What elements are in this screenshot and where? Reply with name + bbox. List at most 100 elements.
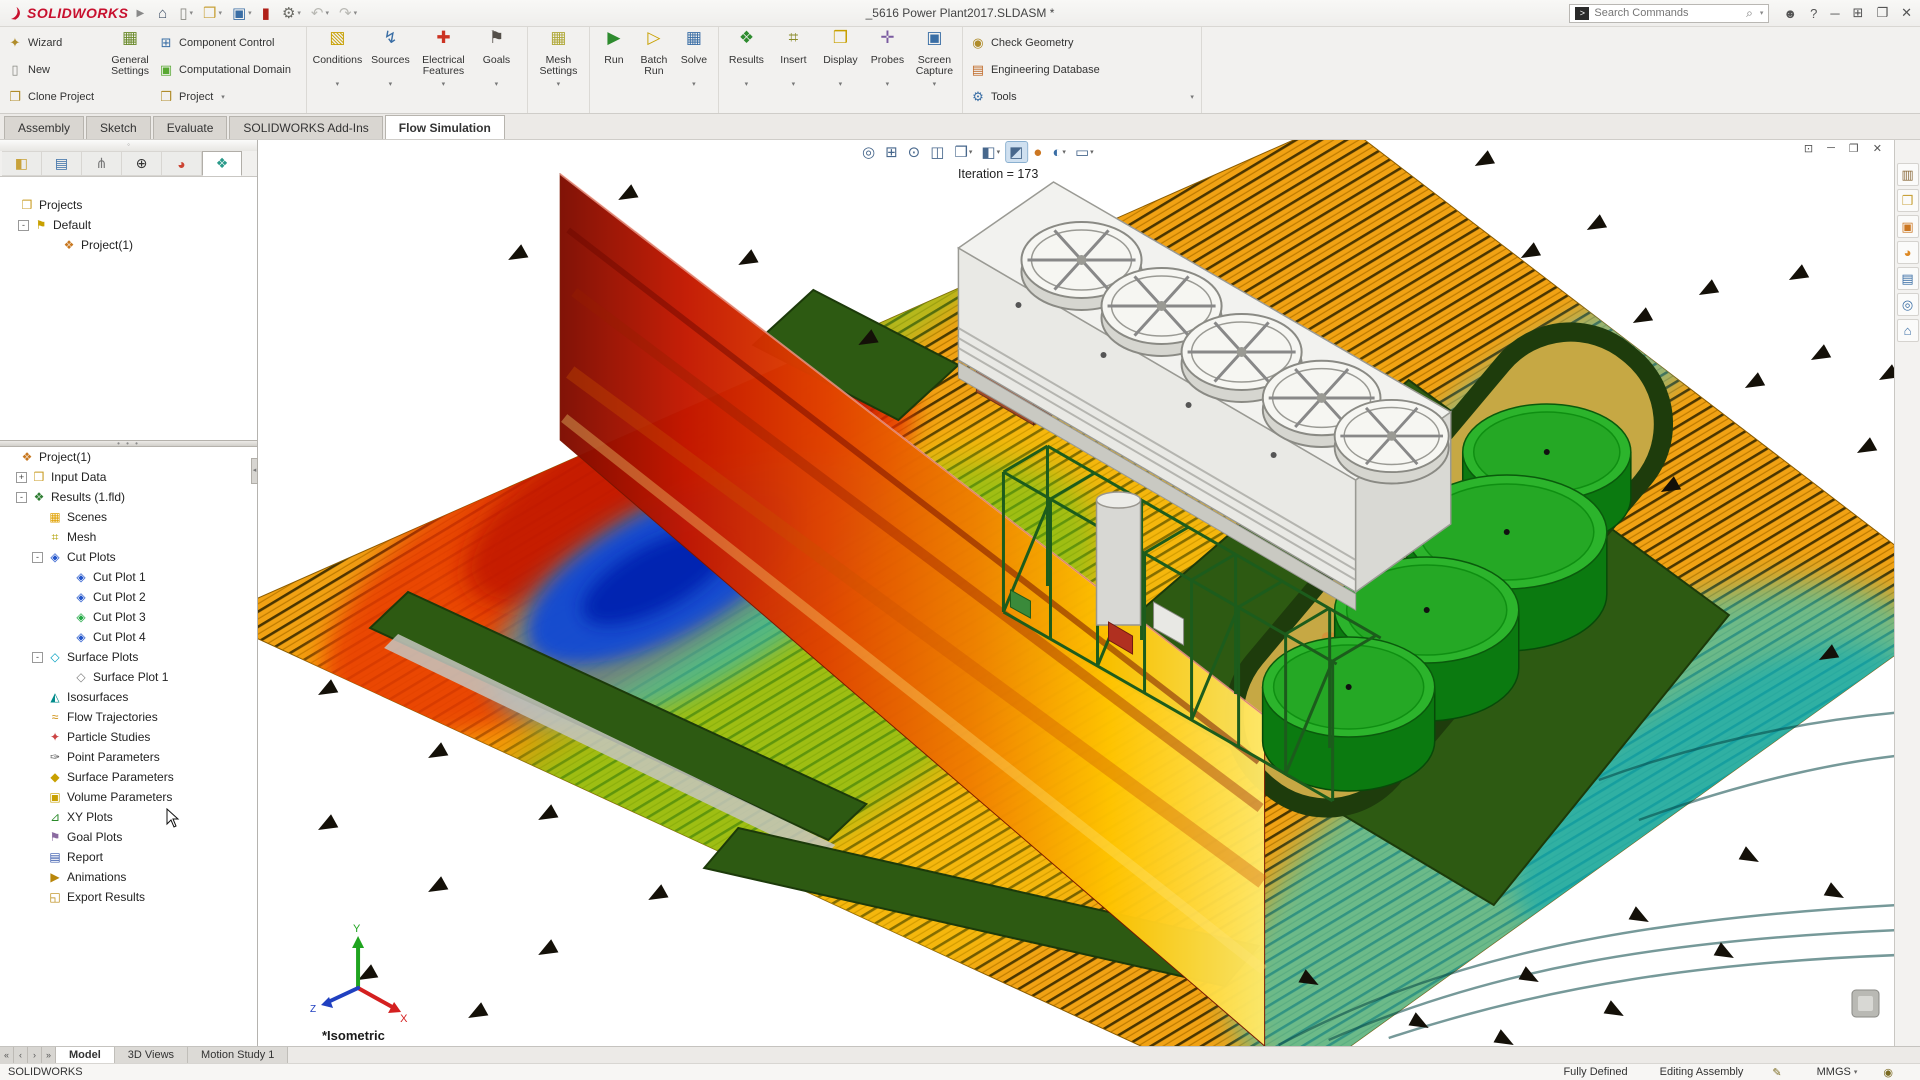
- ribbon-small-button[interactable]: ▯ New: [4, 60, 105, 79]
- tree-item[interactable]: ◈ Cut Plot 1: [0, 567, 257, 587]
- minimize-doc-icon[interactable]: ─: [1827, 142, 1835, 155]
- tree-item[interactable]: ◇ Surface Plot 1: [0, 667, 257, 687]
- viewport-grid-icon[interactable]: ⊡: [1804, 142, 1813, 155]
- restore-icon[interactable]: ❐: [1876, 5, 1888, 21]
- minimize-icon[interactable]: ─: [1830, 6, 1839, 21]
- tree-item[interactable]: - ◈ Cut Plots: [0, 547, 257, 567]
- motion-study-tab[interactable]: Motion Study 1: [188, 1047, 288, 1063]
- tree-item[interactable]: ◆ Surface Parameters: [0, 767, 257, 787]
- displaymanager-tab[interactable]: ◕: [162, 151, 202, 176]
- edit-pencil-icon[interactable]: ✎: [1759, 1066, 1800, 1079]
- search-scope-icon[interactable]: >: [1575, 7, 1589, 20]
- panel-collapse-handle[interactable]: ◦: [0, 140, 257, 151]
- tree-item[interactable]: ▣ Volume Parameters: [0, 787, 257, 807]
- home-icon[interactable]: ⌂: [154, 4, 173, 23]
- tree-item[interactable]: ◈ Cut Plot 4: [0, 627, 257, 647]
- tab-flow-simulation[interactable]: Flow Simulation: [385, 115, 505, 139]
- search-commands-box[interactable]: > ⌕ ▾: [1569, 4, 1769, 23]
- tree-item[interactable]: ◭ Isosurfaces: [0, 687, 257, 707]
- ribbon-small-button[interactable]: ❒ Project ▾: [155, 88, 302, 107]
- tree-item[interactable]: ◈ Cut Plot 3: [0, 607, 257, 627]
- open-icon[interactable]: ❒ ▾: [199, 4, 226, 23]
- view-palette-icon[interactable]: ▣: [1897, 215, 1919, 238]
- logo-expand-arrow[interactable]: ▶: [136, 8, 144, 19]
- propertymanager-tab[interactable]: ▤: [42, 151, 82, 176]
- ribbon-button[interactable]: ❖ Results ▾: [723, 29, 770, 111]
- zoom-to-fit-icon[interactable]: ◎: [859, 142, 879, 162]
- tree-item[interactable]: ◱ Export Results: [0, 887, 257, 907]
- new-document-icon[interactable]: ▯ ▾: [175, 4, 197, 23]
- tree-item[interactable]: ▦ Scenes: [0, 507, 257, 527]
- file-explorer-icon[interactable]: ❒: [1897, 189, 1919, 212]
- redo-icon[interactable]: ↷ ▾: [335, 4, 361, 23]
- traffic-light-icon[interactable]: ▮: [258, 4, 276, 23]
- tree-item[interactable]: ▤ Report: [0, 847, 257, 867]
- save-icon[interactable]: ▣ ▾: [228, 4, 256, 23]
- graphics-viewport[interactable]: Y X Z ◎ ⊞ ⊙ ◫: [258, 140, 1894, 1046]
- tab-sketch[interactable]: Sketch: [86, 116, 151, 139]
- tree-item[interactable]: ❖ Project(1): [0, 235, 257, 255]
- hide-show-items-icon[interactable]: ◩: [1006, 142, 1027, 162]
- ribbon-small-button[interactable]: ❐ Clone Project: [4, 88, 105, 107]
- ribbon-button[interactable]: ⚑ Goals ▾: [470, 29, 523, 111]
- general-settings-button[interactable]: ▦ General Settings: [105, 29, 155, 111]
- zoom-to-area-icon[interactable]: ⊞: [882, 142, 902, 162]
- globe-icon[interactable]: ◉: [1870, 1066, 1912, 1079]
- ribbon-button[interactable]: ✛ Probes ▾: [864, 29, 911, 111]
- tree-item[interactable]: ❒ Projects: [0, 195, 257, 215]
- section-view-icon[interactable]: ◫: [927, 142, 948, 162]
- help-icon[interactable]: ?: [1810, 6, 1817, 21]
- search-input[interactable]: [1594, 7, 1741, 19]
- ribbon-button[interactable]: ▧ Conditions ▾: [311, 29, 364, 111]
- restore-doc-icon[interactable]: ❐: [1849, 142, 1859, 155]
- apply-scene-icon[interactable]: ◐ ▾: [1049, 143, 1069, 162]
- ribbon-button[interactable]: ⌗ Insert ▾: [770, 29, 817, 111]
- ribbon-small-button[interactable]: ◉ Check Geometry: [967, 33, 1197, 52]
- scroll-tabs-left-button[interactable]: ‹: [14, 1047, 28, 1063]
- flow-simulation-manager-tab[interactable]: ❖: [202, 151, 242, 176]
- tab-assembly[interactable]: Assembly: [4, 116, 84, 139]
- ribbon-small-button[interactable]: ▣ Computational Domain: [155, 60, 302, 79]
- zoom-to-selection-icon[interactable]: ⊙: [905, 142, 925, 162]
- close-doc-icon[interactable]: ✕: [1873, 142, 1882, 155]
- tree-item[interactable]: ⌗ Mesh: [0, 527, 257, 547]
- ribbon-button[interactable]: ▷ Batch Run: [634, 29, 674, 111]
- close-icon[interactable]: ✕: [1901, 5, 1912, 21]
- ribbon-small-button[interactable]: ⚙ Tools ▾: [967, 88, 1197, 107]
- panel-splitter[interactable]: • • •: [0, 440, 257, 447]
- ribbon-button[interactable]: ▦ Mesh Settings ▾: [532, 29, 585, 111]
- tab-evaluate[interactable]: Evaluate: [153, 116, 228, 139]
- solidworks-forum-icon[interactable]: ◎: [1897, 293, 1919, 316]
- tree-item[interactable]: + ❒ Input Data: [0, 467, 257, 487]
- tree-item[interactable]: ⊿ XY Plots: [0, 807, 257, 827]
- undo-icon[interactable]: ↶ ▾: [307, 4, 333, 23]
- model-tab[interactable]: Model: [56, 1047, 115, 1063]
- ribbon-button[interactable]: ▦ Solve ▾: [674, 29, 714, 111]
- configurationmanager-tab[interactable]: ⋔: [82, 151, 122, 176]
- view-settings-icon[interactable]: ▭ ▾: [1072, 142, 1097, 162]
- ribbon-small-button[interactable]: ⊞ Component Control: [155, 33, 302, 52]
- tree-item[interactable]: ▶ Animations: [0, 867, 257, 887]
- panel-edge-splitter[interactable]: ◂: [251, 458, 258, 484]
- layout-icon[interactable]: ⊞: [1853, 5, 1864, 21]
- ribbon-button[interactable]: ❒ Display ▾: [817, 29, 864, 111]
- ribbon-button[interactable]: ✚ Electrical Features ▾: [417, 29, 470, 111]
- ribbon-button[interactable]: ▣ Screen Capture ▾: [911, 29, 958, 111]
- tree-item[interactable]: - ◇ Surface Plots: [0, 647, 257, 667]
- search-icon[interactable]: ⌕: [1746, 6, 1753, 21]
- ribbon-button[interactable]: ▶ Run: [594, 29, 634, 111]
- options-gear-icon[interactable]: ⚙ ▾: [278, 4, 305, 23]
- scroll-tabs-right-button[interactable]: ›: [28, 1047, 42, 1063]
- edit-appearance-icon[interactable]: ●: [1030, 143, 1046, 162]
- tree-item[interactable]: ≈ Flow Trajectories: [0, 707, 257, 727]
- design-library-icon[interactable]: ▥: [1897, 163, 1919, 186]
- search-dropdown-icon[interactable]: ▾: [1760, 9, 1764, 17]
- tree-item[interactable]: - ⚑ Default: [0, 215, 257, 235]
- ribbon-small-button[interactable]: ▤ Engineering Database: [967, 60, 1197, 79]
- scroll-tabs-first-button[interactable]: «: [0, 1047, 14, 1063]
- tree-item[interactable]: - ❖ Results (1.fld): [0, 487, 257, 507]
- featuremanager-tab[interactable]: ◧: [2, 151, 42, 176]
- view-orientation-icon[interactable]: ❒ ▾: [951, 142, 975, 162]
- unit-system-selector[interactable]: MMGS ▾: [1801, 1066, 1871, 1078]
- tree-item[interactable]: ✦ Particle Studies: [0, 727, 257, 747]
